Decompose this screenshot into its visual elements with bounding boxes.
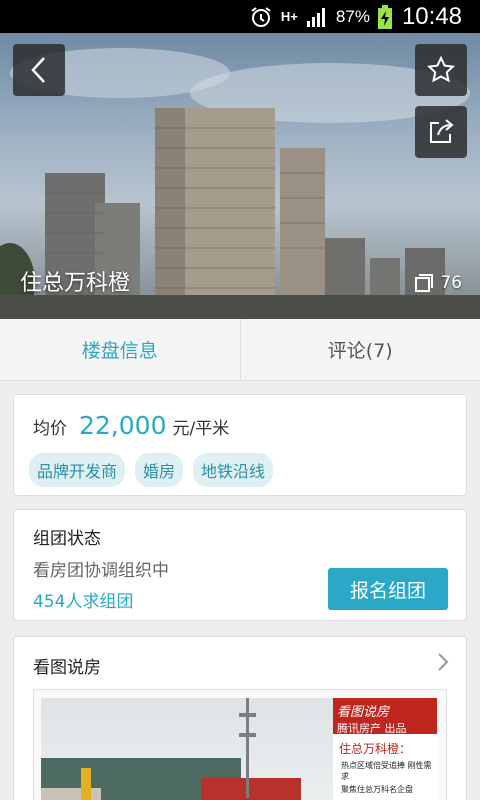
- tag-wedding-home: 婚房: [135, 453, 184, 487]
- share-button[interactable]: [415, 106, 467, 158]
- chevron-right-icon: [438, 653, 449, 671]
- promo-source-right: 出品: [384, 722, 407, 735]
- price-value: 22,000: [79, 411, 167, 440]
- promo-panel: 看图说房 腾讯房产 出品 住总万科橙： 热点区域倍受追捧 刚性需求 聚焦住总万科…: [333, 698, 437, 800]
- price-unit: 元/平米: [172, 419, 230, 439]
- share-icon: [430, 119, 454, 143]
- group-status-card: 组团状态 看房团协调组织中 454人求组团 报名组团: [13, 509, 467, 621]
- tag-list: 品牌开发商 婚房 地铁沿线: [29, 453, 283, 487]
- back-button[interactable]: [13, 44, 65, 96]
- status-bar: H+ 87% 10:48: [0, 0, 480, 33]
- join-group-button[interactable]: 报名组团: [328, 568, 448, 610]
- promo-header: 看图说房 腾讯房产 出品: [333, 698, 437, 735]
- back-icon: [31, 57, 45, 83]
- picture-story-card[interactable]: 看图说房 看图说房 腾讯房产 出品 住总万科橙： 热点区域倍受追捧 刚性需求 聚…: [13, 636, 467, 800]
- tag-brand-developer: 品牌开发商: [29, 453, 126, 487]
- price-card: 均价 22,000 元/平米 品牌开发商 婚房 地铁沿线: [13, 394, 467, 496]
- star-icon: [426, 55, 456, 83]
- photo-count[interactable]: 76: [414, 273, 462, 293]
- tab-comments[interactable]: 评论(7): [239, 319, 480, 380]
- photo-stack-icon: [415, 274, 434, 292]
- group-status-text: 看房团协调组织中: [33, 561, 169, 581]
- hero-image: 住总万科橙 76: [0, 33, 480, 319]
- picture-story-image-frame: 看图说房 腾讯房产 出品 住总万科橙： 热点区域倍受追捧 刚性需求 聚焦住总万科…: [33, 689, 447, 800]
- picture-story-image: 看图说房 腾讯房产 出品 住总万科橙： 热点区域倍受追捧 刚性需求 聚焦住总万科…: [41, 698, 437, 800]
- promo-source-left: 腾讯房产: [337, 722, 381, 735]
- alarm-icon: [249, 5, 273, 29]
- favorite-button[interactable]: [415, 44, 467, 96]
- tag-metro-line: 地铁沿线: [193, 453, 274, 487]
- property-title: 住总万科橙: [20, 271, 131, 296]
- price-label: 均价: [33, 419, 67, 439]
- promo-brand: 看图说房: [337, 705, 390, 720]
- promo-line-2: 聚焦住总万科名企盘: [341, 785, 413, 794]
- group-request-count: 454人求组团: [33, 592, 134, 612]
- group-status-title: 组团状态: [33, 529, 101, 549]
- battery-percent: 87%: [335, 6, 370, 26]
- network-type-label: H+: [280, 9, 298, 24]
- price-row: 均价 22,000 元/平米: [33, 411, 229, 440]
- clock: 10:48: [401, 2, 462, 30]
- promo-line-1: 热点区域倍受追捧 刚性需求: [341, 761, 432, 781]
- picture-story-title: 看图说房: [33, 658, 101, 678]
- battery-charging-icon: [377, 4, 392, 29]
- tab-bar: 楼盘信息 评论(7): [0, 319, 480, 381]
- signal-icon: [306, 7, 328, 27]
- promo-property-name: 住总万科橙：: [339, 742, 412, 756]
- photo-count-number: 76: [440, 273, 462, 293]
- tab-property-info[interactable]: 楼盘信息: [0, 319, 240, 380]
